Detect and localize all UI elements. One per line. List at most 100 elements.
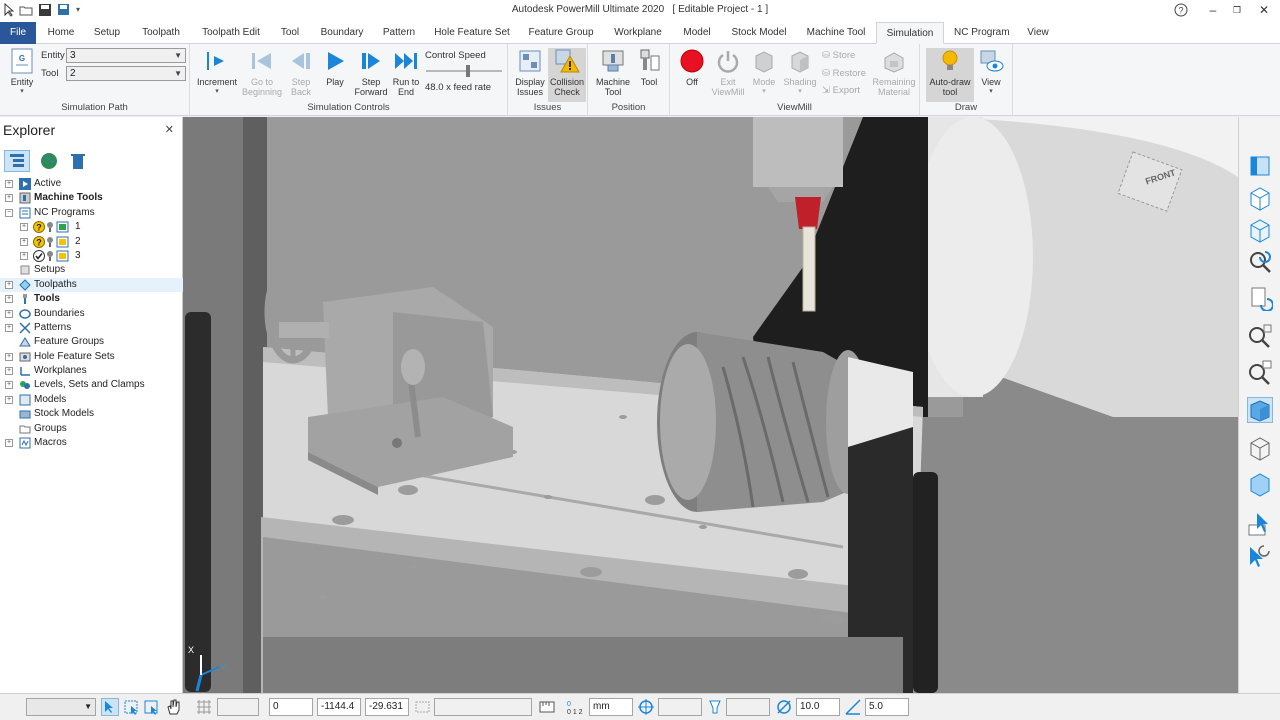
expand-icon[interactable]: + bbox=[5, 381, 13, 390]
run-to-end-button[interactable]: Run to End bbox=[387, 48, 425, 97]
speed-slider-thumb[interactable] bbox=[466, 65, 470, 77]
expand-icon[interactable]: + bbox=[5, 280, 13, 289]
tree-item-levels-sets-clamps[interactable]: + Levels, Sets and Clamps bbox=[0, 378, 183, 392]
graphics-viewport[interactable]: FRONT X Y bbox=[183, 117, 1238, 693]
step-forward-button[interactable]: Step Forward bbox=[351, 48, 391, 97]
tree-item-models[interactable]: + Models bbox=[0, 393, 183, 407]
units-field[interactable]: mm bbox=[589, 698, 633, 716]
draw-view-button[interactable]: View ▾ bbox=[974, 48, 1008, 97]
tree-view-icon[interactable] bbox=[4, 150, 30, 172]
tree-item-stock-models[interactable]: Stock Models bbox=[0, 407, 183, 421]
tree-item-toolpaths[interactable]: + Toolpaths bbox=[0, 277, 183, 293]
undo-select-cursor-icon[interactable] bbox=[1247, 543, 1273, 569]
export-button[interactable]: ⇲ Export bbox=[822, 85, 860, 96]
tree-item-feature-groups[interactable]: Feature Groups bbox=[0, 335, 183, 349]
tab-machine-tool[interactable]: Machine Tool bbox=[802, 22, 870, 44]
expand-icon[interactable]: + bbox=[5, 367, 13, 376]
expand-icon[interactable]: + bbox=[5, 194, 13, 203]
diameter-icon[interactable] bbox=[775, 698, 793, 716]
expand-icon[interactable]: + bbox=[5, 323, 13, 332]
scale-icon[interactable]: 00 1 2 bbox=[566, 698, 584, 716]
store-button[interactable]: ⛁ Store bbox=[822, 50, 855, 61]
coordinate-z-field[interactable]: -29.631 bbox=[365, 698, 409, 716]
isometric-view-icon[interactable] bbox=[1247, 185, 1273, 211]
tree-item-machine-tools[interactable]: + Machine Tools bbox=[0, 191, 183, 205]
collapse-icon[interactable]: − bbox=[5, 208, 13, 217]
expand-icon[interactable]: + bbox=[20, 251, 28, 260]
zoom-refresh-icon[interactable] bbox=[1247, 249, 1273, 275]
tab-hole-feature-set[interactable]: Hole Feature Set bbox=[430, 22, 514, 44]
help-icon[interactable]: ? bbox=[1172, 2, 1190, 18]
speed-slider[interactable] bbox=[426, 65, 502, 77]
restore-button[interactable]: ⛁ Restore bbox=[822, 68, 866, 79]
tolerance-field[interactable]: 10.0 bbox=[796, 698, 840, 716]
coordinate-y-field[interactable]: -1144.4 bbox=[317, 698, 361, 716]
tool-field[interactable] bbox=[726, 698, 770, 716]
tree-item-macros[interactable]: + Macros bbox=[0, 436, 183, 450]
view-from-top-icon[interactable] bbox=[1247, 153, 1273, 179]
delete-icon[interactable] bbox=[70, 150, 90, 172]
step-field[interactable]: 5.0 bbox=[865, 698, 909, 716]
pan-hand-icon[interactable] bbox=[164, 698, 182, 716]
tab-toolpath-edit[interactable]: Toolpath Edit bbox=[196, 22, 266, 44]
expand-icon[interactable]: + bbox=[5, 352, 13, 361]
tool-tip-icon[interactable] bbox=[706, 698, 724, 716]
snap-field[interactable] bbox=[658, 698, 702, 716]
expand-icon[interactable]: + bbox=[5, 309, 13, 318]
tree-item-nc-program-1[interactable]: + ? 1 bbox=[0, 220, 183, 234]
expand-icon[interactable]: + bbox=[20, 237, 28, 246]
exit-viewmill-button[interactable]: Exit ViewMill bbox=[708, 48, 748, 97]
grid-value-field[interactable] bbox=[217, 698, 259, 716]
grid-icon[interactable] bbox=[195, 698, 213, 716]
wireframe-cube-icon[interactable] bbox=[1247, 217, 1273, 243]
tab-boundary[interactable]: Boundary bbox=[316, 22, 368, 44]
close-window-button[interactable]: ✕ bbox=[1255, 2, 1273, 18]
tab-tool[interactable]: Tool bbox=[276, 22, 304, 44]
drag-select-icon[interactable] bbox=[143, 698, 161, 716]
box-select-icon[interactable] bbox=[123, 698, 141, 716]
angle-icon[interactable] bbox=[844, 698, 862, 716]
step-back-button[interactable]: Step Back bbox=[282, 48, 320, 97]
zoom-to-fit-icon[interactable] bbox=[1247, 323, 1273, 349]
tab-simulation[interactable]: Simulation bbox=[876, 22, 944, 44]
selection-mode-icon[interactable] bbox=[101, 698, 119, 716]
tree-item-workplanes[interactable]: + Workplanes bbox=[0, 364, 183, 378]
workplane-field[interactable] bbox=[434, 698, 532, 716]
expand-icon[interactable]: + bbox=[5, 295, 13, 304]
crosshair-icon[interactable] bbox=[637, 698, 655, 716]
go-to-beginning-button[interactable]: Go to Beginning bbox=[240, 48, 284, 97]
zoom-box-icon[interactable] bbox=[1247, 359, 1273, 385]
globe-icon[interactable] bbox=[40, 150, 60, 172]
play-button[interactable]: Play bbox=[316, 48, 354, 87]
shaded-view-icon[interactable] bbox=[1247, 397, 1273, 423]
tab-setup[interactable]: Setup bbox=[88, 22, 126, 44]
tree-item-nc-program-3[interactable]: + 3 bbox=[0, 249, 183, 263]
tab-nc-program[interactable]: NC Program bbox=[950, 22, 1010, 44]
tree-item-patterns[interactable]: + Patterns bbox=[0, 321, 183, 335]
workplane-status-icon[interactable] bbox=[414, 698, 432, 716]
tab-workplane[interactable]: Workplane bbox=[608, 22, 668, 44]
wireframe-view-icon[interactable] bbox=[1247, 435, 1273, 461]
shading-button[interactable]: Shading ▾ bbox=[780, 48, 820, 97]
expand-icon[interactable]: + bbox=[20, 223, 28, 232]
expand-icon[interactable]: + bbox=[5, 180, 13, 188]
display-issues-button[interactable]: Display Issues bbox=[511, 48, 549, 97]
close-icon[interactable]: ✕ bbox=[165, 123, 174, 136]
tool-position-button[interactable]: Tool bbox=[630, 48, 668, 87]
expand-icon[interactable]: + bbox=[5, 395, 13, 404]
tree-item-setups[interactable]: Setups bbox=[0, 263, 183, 277]
tab-toolpath[interactable]: Toolpath bbox=[136, 22, 186, 44]
tree-item-boundaries[interactable]: + Boundaries bbox=[0, 307, 183, 321]
tree-item-nc-program-2[interactable]: + ? 2 bbox=[0, 235, 183, 249]
tab-file[interactable]: File bbox=[0, 22, 36, 44]
expand-icon[interactable]: + bbox=[5, 439, 13, 448]
mode-button[interactable]: Mode ▾ bbox=[746, 48, 782, 97]
tree-item-tools[interactable]: + Tools bbox=[0, 292, 183, 306]
tab-view[interactable]: View bbox=[1022, 22, 1054, 44]
increment-button[interactable]: Increment ▾ bbox=[194, 48, 240, 97]
refresh-icon[interactable] bbox=[1247, 285, 1274, 312]
coordinate-x-field[interactable]: 0 bbox=[269, 698, 313, 716]
ruler-icon[interactable] bbox=[538, 698, 556, 716]
tab-model[interactable]: Model bbox=[676, 22, 718, 44]
select-cursor-icon[interactable] bbox=[1247, 511, 1273, 537]
